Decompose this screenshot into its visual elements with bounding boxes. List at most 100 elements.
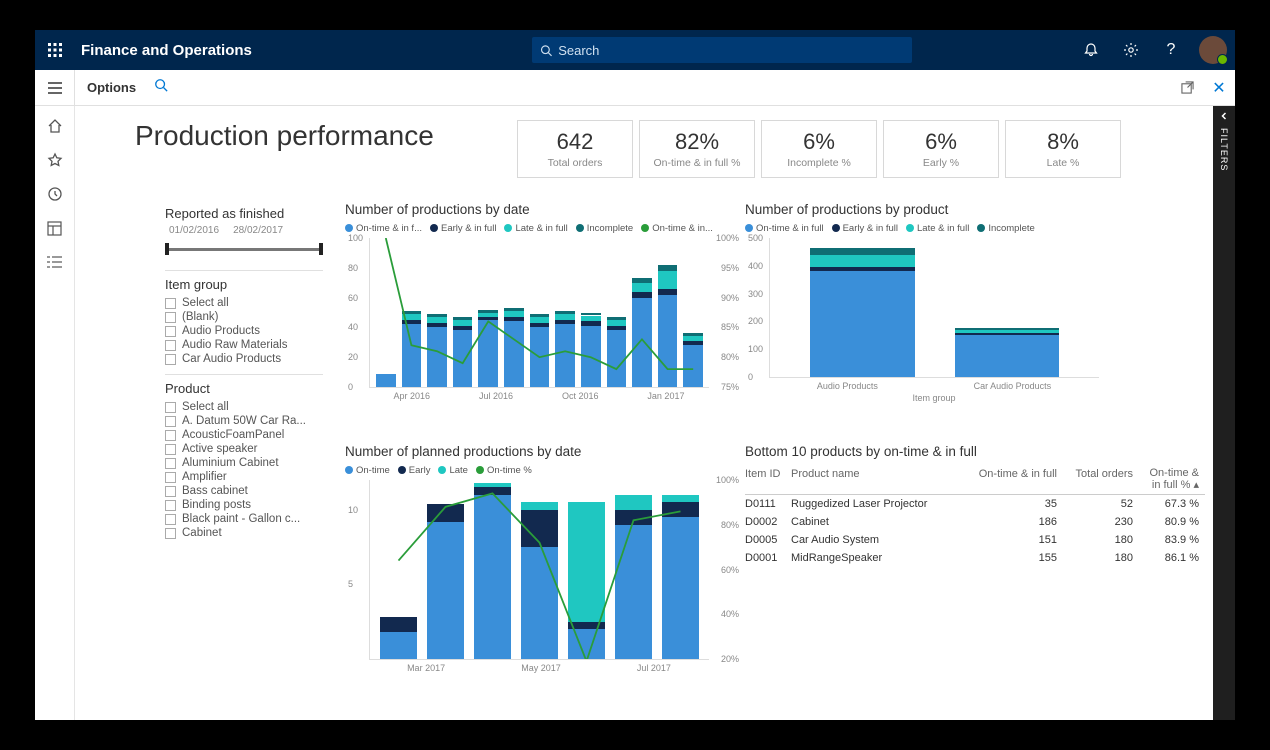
settings-icon[interactable] (1111, 30, 1151, 70)
app-launcher-icon[interactable] (35, 30, 75, 70)
app-title: Finance and Operations (81, 42, 252, 59)
filter-item-label: Aluminium Cabinet (182, 457, 279, 469)
workspaces-icon[interactable] (45, 218, 65, 238)
filter-item-label: Audio Products (182, 325, 260, 337)
notifications-icon[interactable] (1071, 30, 1111, 70)
checkbox-icon (165, 472, 176, 483)
date-range-slider[interactable] (165, 242, 323, 256)
help-icon[interactable]: ? (1151, 30, 1191, 70)
global-search[interactable] (532, 37, 912, 63)
filter-item-label: Car Audio Products (182, 353, 281, 365)
popout-icon[interactable] (1171, 72, 1203, 104)
filter-checkbox-item[interactable]: Amplifier (165, 470, 323, 484)
chart-xlabel: Item group (769, 393, 1099, 403)
chevron-left-icon (1220, 112, 1228, 120)
col-total-orders[interactable]: Total orders (1057, 468, 1133, 491)
col-otf[interactable]: On-time & in full (961, 468, 1057, 491)
home-icon[interactable] (45, 116, 65, 136)
filter-checkbox-item[interactable]: Cabinet (165, 526, 323, 540)
filter-item-label: Select all (182, 401, 229, 413)
table-row[interactable]: D0001MidRangeSpeaker15518086.1 % (745, 549, 1205, 567)
kpi-card[interactable]: 642 Total orders (517, 120, 633, 178)
checkbox-icon (165, 326, 176, 337)
user-avatar[interactable] (1199, 36, 1227, 64)
kpi-card[interactable]: 82%On-time & in full % (639, 120, 755, 178)
chart-title: Number of productions by product (745, 202, 1145, 217)
checkbox-icon (165, 416, 176, 427)
table-row[interactable]: D0002Cabinet18623080.9 % (745, 513, 1205, 531)
filter-checkbox-item[interactable]: Select all (165, 296, 323, 310)
checkbox-icon (165, 340, 176, 351)
bar-segment[interactable] (810, 255, 915, 268)
filter-item-label: Amplifier (182, 471, 227, 483)
trend-line (370, 238, 709, 387)
page-search-icon[interactable] (154, 78, 168, 97)
checkbox-icon (165, 528, 176, 539)
filter-checkbox-item[interactable]: Bass cabinet (165, 484, 323, 498)
filter-item-label: Binding posts (182, 499, 251, 511)
table-header-row: Item ID Product name On-time & in full T… (745, 465, 1205, 495)
sort-asc-icon: ▴ (1193, 479, 1199, 491)
options-menu[interactable]: Options (87, 80, 136, 95)
filter-checkbox-item[interactable]: Select all (165, 400, 323, 414)
kpi-card[interactable]: 6%Incomplete % (761, 120, 877, 178)
chart-title: Number of planned productions by date (345, 444, 725, 459)
recent-icon[interactable] (45, 184, 65, 204)
col-item-id[interactable]: Item ID (745, 468, 791, 491)
bar-segment[interactable] (810, 267, 915, 271)
trend-line (370, 480, 709, 659)
modules-icon[interactable] (45, 252, 65, 272)
filter-checkbox-item[interactable]: (Blank) (165, 310, 323, 324)
filters-rail[interactable]: FILTERS (1213, 106, 1235, 720)
nav-toggle-icon[interactable] (35, 70, 75, 106)
kpi-label: Late % (1047, 157, 1080, 169)
filter-item-label: Cabinet (182, 527, 222, 539)
checkbox-icon (165, 486, 176, 497)
kpi-value: 6% (803, 129, 835, 155)
favorites-icon[interactable] (45, 150, 65, 170)
checkbox-icon (165, 430, 176, 441)
filter-item-label: A. Datum 50W Car Ra... (182, 415, 306, 427)
close-icon[interactable]: ✕ (1203, 72, 1235, 104)
filter-item-label: Audio Raw Materials (182, 339, 287, 351)
command-bar: Options ✕ (35, 70, 1235, 106)
filter-checkbox-item[interactable]: Black paint - Gallon c... (165, 512, 323, 526)
kpi-label: Total orders (548, 157, 603, 169)
filter-checkbox-item[interactable]: Audio Raw Materials (165, 338, 323, 352)
filter-checkbox-item[interactable]: AcousticFoamPanel (165, 428, 323, 442)
filter-checkbox-item[interactable]: Binding posts (165, 498, 323, 512)
table-row[interactable]: D0111Ruggedized Laser Projector355267.3 … (745, 495, 1205, 513)
page-content: Production performance 642Total orders82… (75, 106, 1235, 720)
filter-checkbox-item[interactable]: Active speaker (165, 442, 323, 456)
kpi-label: On-time & in full % (654, 157, 741, 169)
table-title: Bottom 10 products by on-time & in full (745, 444, 1205, 459)
kpi-card[interactable]: 8%Late % (1005, 120, 1121, 178)
checkbox-icon (165, 458, 176, 469)
filter-item-label: (Blank) (182, 311, 218, 323)
chart-planned-productions-by-date: Number of planned productions by date On… (345, 444, 725, 673)
bar-segment[interactable] (810, 248, 915, 255)
filter-date-from: 01/02/2016 (169, 225, 219, 236)
checkbox-icon (165, 514, 176, 525)
filter-checkbox-item[interactable]: Car Audio Products (165, 352, 323, 366)
bar-segment[interactable] (955, 335, 1060, 377)
bar-segment[interactable] (955, 330, 1060, 333)
left-navigation (35, 106, 75, 720)
bar-segment[interactable] (810, 271, 915, 377)
bar-segment[interactable] (955, 333, 1060, 335)
search-input[interactable] (558, 43, 904, 58)
checkbox-icon (165, 444, 176, 455)
col-product-name[interactable]: Product name (791, 468, 961, 491)
kpi-value: 642 (557, 129, 594, 155)
bar-segment[interactable] (955, 328, 1060, 330)
filter-checkbox-item[interactable]: A. Datum 50W Car Ra... (165, 414, 323, 428)
table-row[interactable]: D0005Car Audio System15118083.9 % (745, 531, 1205, 549)
filter-checkbox-item[interactable]: Audio Products (165, 324, 323, 338)
chart-productions-by-product: Number of productions by product On-time… (745, 202, 1145, 403)
col-otf-pct[interactable]: On-time &in full % ▴ (1133, 468, 1199, 491)
search-icon (540, 44, 552, 57)
kpi-card[interactable]: 6%Early % (883, 120, 999, 178)
filter-reported-title: Reported as finished (165, 206, 323, 221)
filter-checkbox-item[interactable]: Aluminium Cabinet (165, 456, 323, 470)
kpi-value: 6% (925, 129, 957, 155)
